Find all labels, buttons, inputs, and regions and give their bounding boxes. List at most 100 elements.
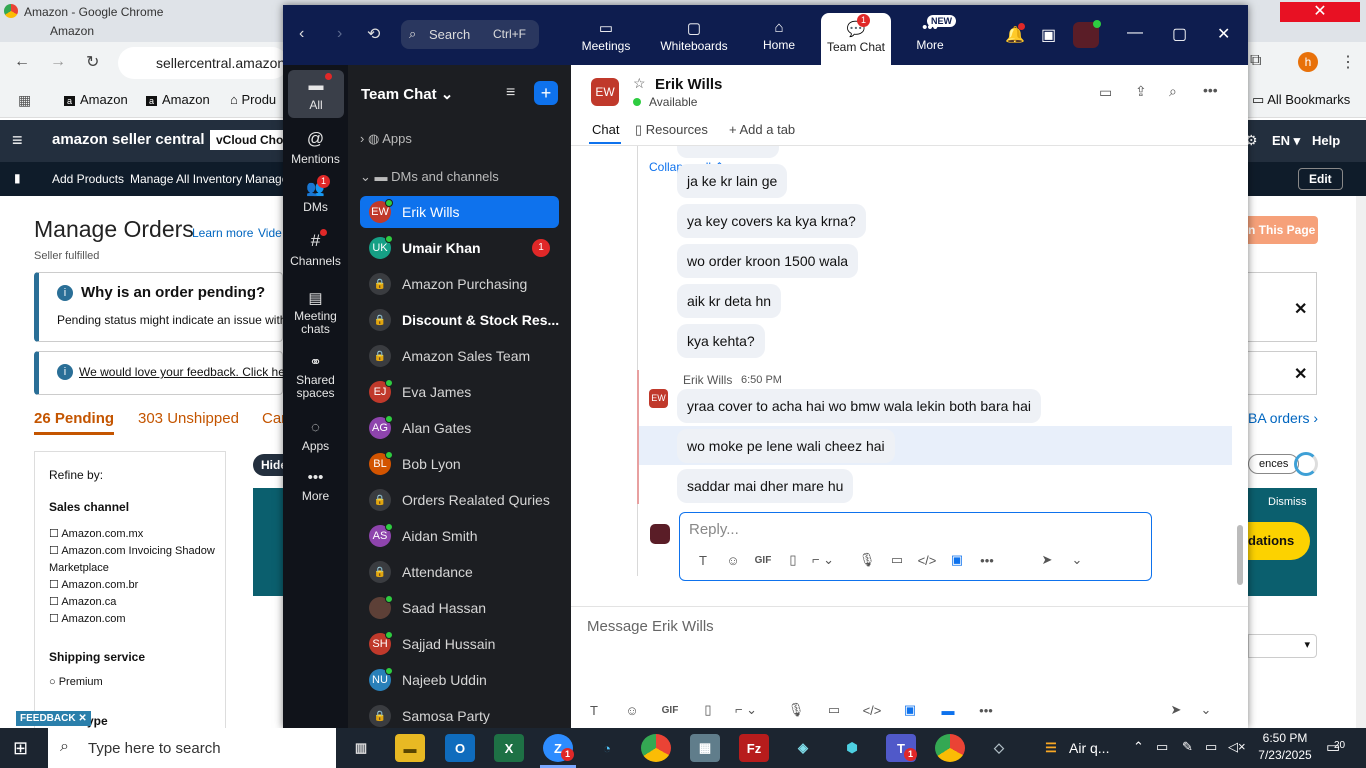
close-icon[interactable]: ✕	[1294, 299, 1307, 319]
forward-icon[interactable]: →	[50, 53, 66, 71]
contact-avatar[interactable]: EW	[591, 78, 619, 106]
tab-resources[interactable]: ▯ Resources	[635, 122, 708, 138]
contact-name[interactable]: Erik Wills	[655, 76, 722, 93]
channel-checkbox[interactable]: ☐ Amazon.com.br	[49, 577, 219, 594]
more-options-icon[interactable]: •••	[1203, 82, 1218, 98]
video-link[interactable]: Vide	[258, 226, 282, 240]
reload-icon[interactable]: ↻	[86, 52, 99, 72]
back-icon[interactable]: ‹	[299, 25, 304, 43]
channel-item[interactable]: EJ Eva James	[360, 376, 559, 408]
team-chat-title[interactable]: Team Chat ⌄	[361, 85, 453, 103]
channel-checkbox[interactable]: ☐ Amazon.com Invoicing Shadow Marketplac…	[49, 543, 219, 577]
edit-nav-button[interactable]: Edit	[1298, 168, 1343, 190]
send-icon[interactable]: ➤	[1161, 698, 1191, 722]
calculator-icon[interactable]: ▦	[690, 734, 720, 762]
notification-center-icon[interactable]: ▭ 20	[1326, 738, 1345, 756]
volume-icon[interactable]: ◁×	[1228, 739, 1246, 755]
message-bubble[interactable]: saddar mai dher mare hu	[677, 469, 854, 503]
taskbar-search[interactable]: ⌕ Type here to search	[48, 728, 336, 768]
snipping-tool-icon[interactable]: ◔	[592, 734, 622, 762]
tab-whiteboards[interactable]: ▢ Whiteboards	[655, 19, 733, 53]
thread-scrollbar[interactable]	[1237, 525, 1243, 585]
search-box[interactable]: ⌕ Search Ctrl+F	[401, 20, 539, 49]
share-screen-icon[interactable]: ⇪	[1135, 83, 1147, 100]
hamburger-icon[interactable]: ≡	[12, 130, 23, 151]
preferences-button[interactable]: ences	[1248, 454, 1300, 474]
app-icon-2[interactable]: ⬢	[837, 734, 867, 762]
network-icon[interactable]: ▭	[1205, 739, 1217, 755]
tab-amazon[interactable]: Amazon	[50, 24, 94, 38]
filezilla-icon[interactable]: Fz	[739, 734, 769, 762]
learn-more-link[interactable]: Learn more	[192, 226, 253, 240]
rail-mentions[interactable]: @ Mentions	[283, 129, 348, 166]
send-options-icon[interactable]: ⌄	[1191, 698, 1221, 722]
video-clip-icon[interactable]: ▭	[819, 698, 849, 722]
rail-apps[interactable]: ◌ Apps	[283, 419, 348, 453]
channel-item[interactable]: BL Bob Lyon	[360, 448, 559, 480]
microphone-icon[interactable]: 🎙	[852, 548, 882, 572]
hide-button[interactable]: Hide	[253, 454, 283, 476]
emoji-icon[interactable]: ☺	[718, 548, 748, 572]
taskbar-time[interactable]: 6:50 PM	[1260, 731, 1310, 745]
message-bubble[interactable]: wo order kroon 1500 wala	[677, 244, 859, 278]
rail-dms[interactable]: 👥 1 DMs	[283, 175, 348, 214]
zoom-taskbar-icon[interactable]: Z1	[543, 734, 575, 762]
code-icon[interactable]: </>	[857, 698, 887, 722]
tab-team-chat[interactable]: 💬 1 Team Chat	[821, 13, 891, 65]
chrome-icon-2[interactable]	[935, 734, 965, 762]
dismiss-link[interactable]: Dismiss	[1268, 496, 1307, 508]
url-field[interactable]: sellercentral.amazon	[118, 47, 288, 79]
apps-grid-icon[interactable]: ▦	[18, 92, 31, 109]
app-icon[interactable]: ◈	[788, 734, 818, 762]
task-view-icon[interactable]: ▥	[346, 734, 376, 762]
feedback-tab[interactable]: FEEDBACK ✕	[16, 711, 91, 726]
file-icon[interactable]: ▯	[778, 548, 808, 572]
feedback-link[interactable]: We would love your feedback. Click here	[79, 365, 296, 379]
bookmark-1[interactable]: a Amazon	[64, 92, 128, 107]
send-options-icon[interactable]: ⌄	[1062, 548, 1092, 572]
tab-chat[interactable]: Chat	[592, 122, 619, 137]
chat-app-icon[interactable]: ▬	[933, 698, 963, 722]
format-text-icon[interactable]: T	[579, 698, 609, 722]
nav-manage[interactable]: Manage	[245, 172, 288, 186]
message-bubble[interactable]: kya kehta?	[677, 324, 765, 358]
reply-input[interactable]: Reply...	[689, 521, 739, 538]
video-clip-icon[interactable]: ▭	[882, 548, 912, 572]
message-bubble[interactable]: ya key covers ka kya krna?	[677, 204, 866, 238]
apps-window-icon[interactable]: ▣	[1041, 25, 1056, 45]
rail-all[interactable]: ▬ All	[288, 70, 344, 118]
premium-radio[interactable]: ○ Premium	[49, 676, 103, 688]
tab-more[interactable]: ••• NEW More	[905, 15, 956, 52]
tab-meetings[interactable]: ▭ Meetings	[573, 19, 639, 53]
channel-checkbox[interactable]: ☐ Amazon.com	[49, 611, 219, 628]
zoom-app-icon[interactable]: ▣	[895, 698, 925, 722]
star-icon[interactable]: ☆	[633, 75, 646, 92]
more-icon[interactable]: •••	[972, 548, 1002, 572]
recommendations-button[interactable]: dations	[1248, 522, 1310, 560]
file-explorer-icon[interactable]: ▬	[395, 734, 425, 762]
windows-start-icon[interactable]: ⊞	[13, 738, 28, 759]
channel-item[interactable]: 🔒 Orders Realated Quries	[360, 484, 559, 516]
history-icon[interactable]: ⟲	[367, 24, 380, 44]
excel-icon[interactable]: X	[494, 734, 524, 762]
fba-orders-link[interactable]: BA orders ›	[1248, 410, 1318, 426]
channel-item[interactable]: Saad Hassan	[360, 592, 559, 624]
outlook-icon[interactable]: O	[445, 734, 475, 762]
vcloud-selector[interactable]: vCloud Choic	[210, 130, 283, 150]
add-tab[interactable]: + Add a tab	[729, 122, 795, 137]
dropdown-button[interactable]: ▾	[1248, 634, 1317, 658]
channel-item[interactable]: SH Sajjad Hussain	[360, 628, 559, 660]
minimize-icon[interactable]: —	[1127, 24, 1143, 42]
sender-avatar[interactable]: EW	[649, 389, 668, 408]
bookmark-2[interactable]: a Amazon	[146, 92, 210, 107]
chrome-icon[interactable]	[641, 734, 671, 762]
file-icon[interactable]: ▯	[693, 698, 723, 722]
close-icon[interactable]: ✕	[1294, 364, 1307, 384]
channel-item[interactable]: AS Aidan Smith	[360, 520, 559, 552]
zoom-app-icon[interactable]: ▣	[942, 548, 972, 572]
sender-name[interactable]: Erik Wills	[683, 373, 732, 387]
rail-shared-spaces[interactable]: ⚭ Shared spaces	[283, 353, 348, 400]
channel-checkbox[interactable]: ☐ Amazon.ca	[49, 594, 219, 611]
tab-pending[interactable]: 26 Pending	[34, 410, 114, 427]
send-icon[interactable]: ➤	[1032, 548, 1062, 572]
